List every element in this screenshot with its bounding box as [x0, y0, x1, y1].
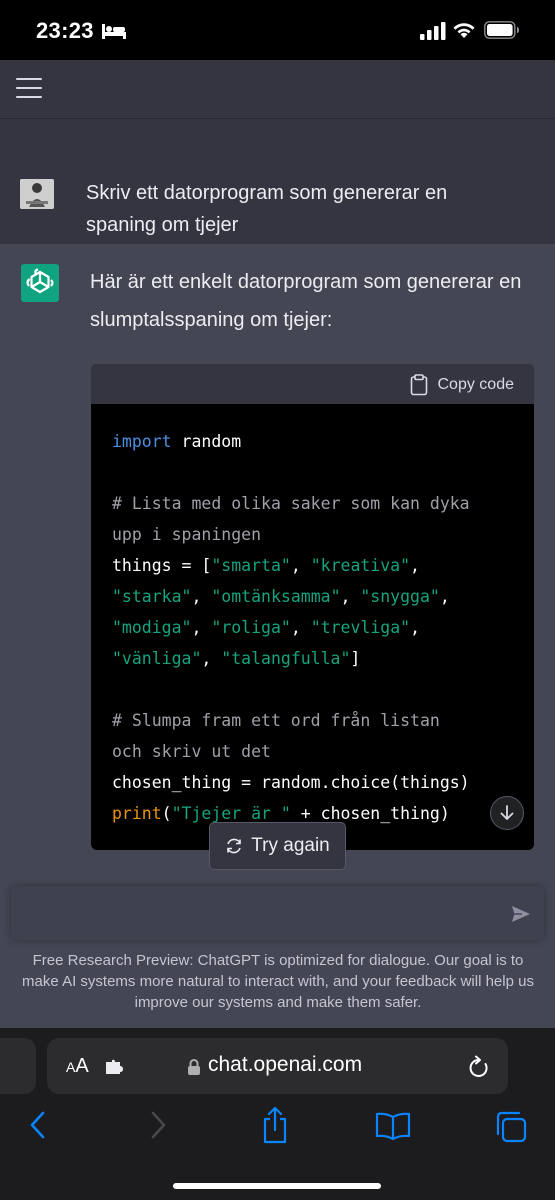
copy-code-label: Copy code	[437, 376, 515, 393]
arrow-down-icon	[500, 805, 514, 820]
bed-icon	[102, 24, 126, 39]
user-message-text: Skriv ett datorprogram som genererar en …	[86, 182, 448, 236]
home-indicator	[173, 1183, 381, 1189]
status-bar: 23:23	[0, 0, 555, 60]
code-block: Copy code import random # Lista med olik…	[91, 364, 534, 850]
forward-icon[interactable]	[148, 1110, 168, 1140]
openai-logo-icon	[21, 264, 59, 302]
scroll-down-button[interactable]	[490, 796, 524, 830]
tabs-icon[interactable]	[494, 1110, 528, 1144]
copy-code-button[interactable]: Copy code	[410, 373, 515, 397]
reload-icon[interactable]	[468, 1055, 490, 1079]
clipboard-icon	[410, 374, 427, 396]
code-line: # Lista med olika saker som kan dyka	[112, 494, 470, 513]
code-body: import random # Lista med olika saker so…	[112, 426, 522, 829]
code-line: import random	[112, 432, 242, 451]
avatar	[20, 179, 54, 209]
code-line: # Slumpa fram ett ord från listan	[112, 711, 440, 730]
send-icon[interactable]	[511, 905, 531, 923]
share-icon[interactable]	[260, 1106, 290, 1144]
lock-icon	[188, 1059, 200, 1075]
chat-app: Skriv ett datorprogram som genererar en …	[0, 60, 555, 1028]
text-size-button[interactable]: AA	[66, 1055, 89, 1078]
code-line: things = ["smarta", "kreativa",	[112, 556, 420, 575]
status-time: 23:23	[36, 18, 94, 43]
url-bar[interactable]: AA chat.openai.com	[47, 1038, 508, 1094]
back-icon[interactable]	[28, 1110, 48, 1140]
code-line: "vänliga", "talangfulla"]	[112, 649, 361, 668]
code-line: och skriv ut det	[112, 742, 271, 761]
menu-icon[interactable]	[16, 78, 42, 98]
footer-note: Free Research Preview: ChatGPT is optimi…	[22, 952, 534, 1011]
url-text: chat.openai.com	[208, 1053, 363, 1076]
extension-icon[interactable]	[105, 1059, 125, 1075]
previous-tab[interactable]	[0, 1038, 36, 1094]
code-line: "modiga", "roliga", "trevliga",	[112, 618, 420, 637]
top-bar	[0, 60, 555, 119]
battery-icon	[484, 21, 519, 39]
bookmarks-icon[interactable]	[375, 1112, 411, 1140]
try-again-button[interactable]: Try again	[209, 822, 346, 870]
code-header: Copy code	[91, 364, 534, 404]
code-line: upp i spaningen	[112, 525, 262, 544]
code-token: import	[112, 432, 172, 451]
wifi-icon	[453, 23, 475, 38]
code-line: "starka", "omtänksamma", "snygga",	[112, 587, 450, 606]
refresh-icon	[227, 838, 242, 854]
signal-icon	[420, 22, 446, 40]
assistant-message-text: Här är ett enkelt datorprogram som gener…	[90, 271, 522, 331]
message-composer	[11, 886, 544, 940]
message-input[interactable]	[23, 894, 497, 934]
browser-toolbar: AA chat.openai.com	[0, 1028, 555, 1200]
try-again-label: Try again	[251, 835, 330, 856]
code-line: chosen_thing = random.choice(things)	[112, 773, 470, 792]
